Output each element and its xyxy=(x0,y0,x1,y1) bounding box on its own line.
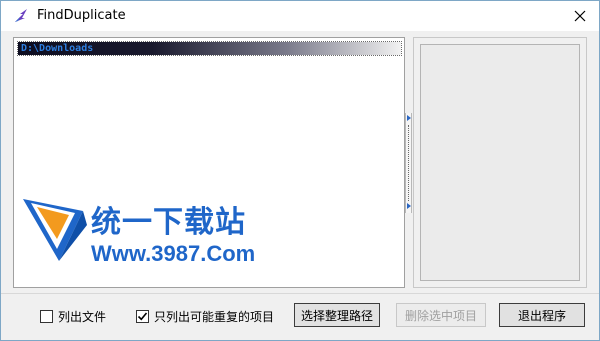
splitter-grip xyxy=(408,125,409,201)
tree-item-downloads[interactable]: D:\Downloads xyxy=(17,41,402,56)
checkmark-icon xyxy=(137,312,148,321)
panel-splitter[interactable] xyxy=(405,113,412,213)
only-duplicates-label: 只列出可能重复的项目 xyxy=(154,310,275,324)
expand-right-icon[interactable] xyxy=(407,115,411,121)
delete-selected-button[interactable]: 删除选中项目 xyxy=(396,303,486,327)
window-title: FindDuplicate xyxy=(37,8,126,23)
watermark-text: 统一下载站 xyxy=(91,205,246,240)
checkbox-box[interactable] xyxy=(40,310,53,323)
main-window: FindDuplicate D:\Downloads 统一下载站 Www.398… xyxy=(0,0,600,341)
divider xyxy=(1,293,599,294)
list-files-checkbox[interactable]: 列出文件 xyxy=(40,308,106,325)
select-path-button[interactable]: 选择整理路径 xyxy=(294,303,380,327)
preview-area xyxy=(420,44,580,281)
exit-button[interactable]: 退出程序 xyxy=(499,303,585,327)
close-button[interactable] xyxy=(561,1,599,31)
preview-panel xyxy=(413,37,587,288)
checkbox-box-checked[interactable] xyxy=(136,310,149,323)
list-files-label: 列出文件 xyxy=(58,310,107,324)
watermark-url: Www.3987.Com xyxy=(91,241,256,266)
app-icon xyxy=(13,8,29,24)
tree-item-label: D:\Downloads xyxy=(18,42,401,55)
title-bar[interactable]: FindDuplicate xyxy=(1,1,599,31)
only-duplicates-checkbox[interactable]: 只列出可能重复的项目 xyxy=(136,308,274,325)
expand-right-icon-bottom[interactable] xyxy=(407,203,411,209)
close-icon xyxy=(574,10,586,22)
